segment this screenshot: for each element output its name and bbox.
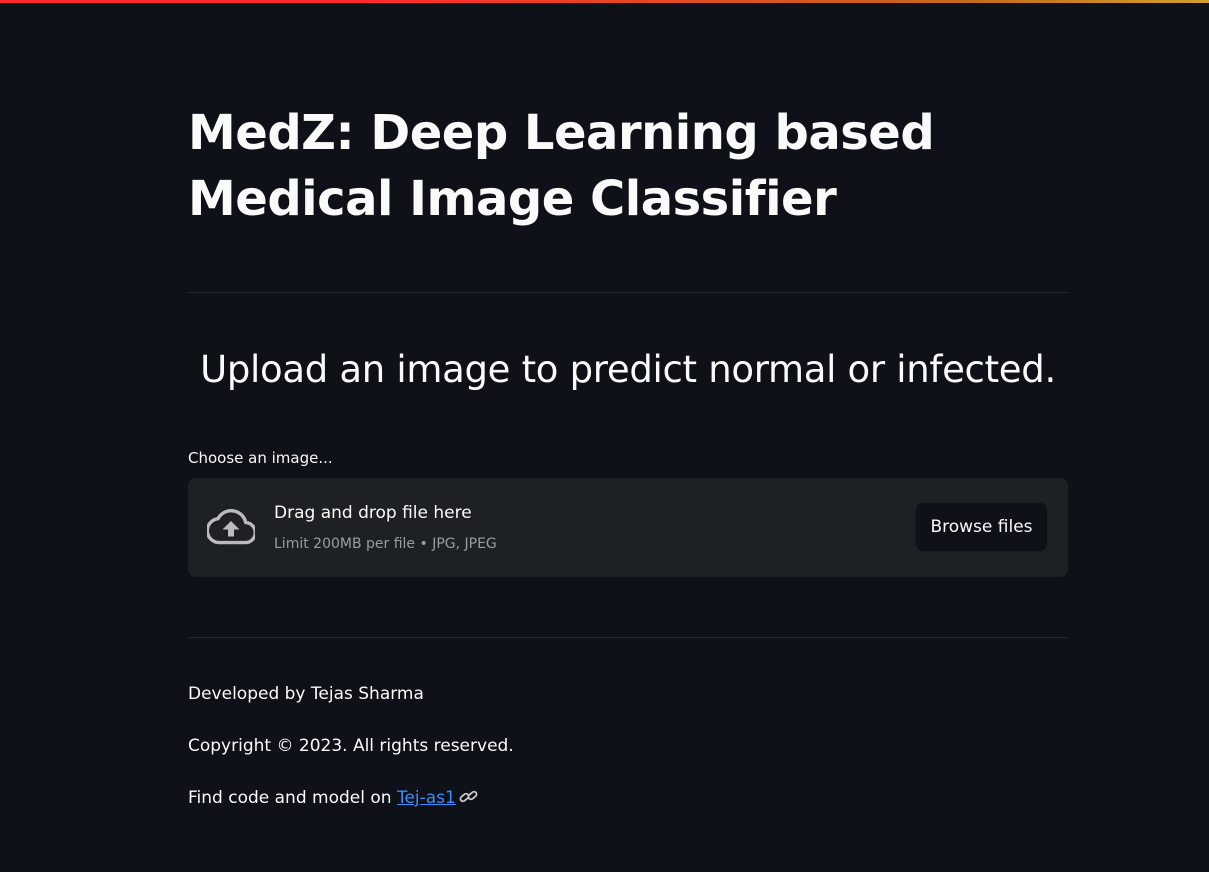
dropzone-instructions: Drag and drop file here (274, 503, 472, 523)
app-top-decoration-bar (0, 0, 1209, 3)
file-uploader-label: Choose an image... (188, 449, 333, 467)
dropzone-file-limit: Limit 200MB per file • JPG, JPEG (274, 536, 497, 552)
cloud-upload-icon (205, 507, 257, 547)
divider-top (188, 292, 1068, 293)
github-profile-link[interactable]: Tej-as1 (397, 788, 456, 808)
page-subheader: Upload an image to predict normal or inf… (200, 348, 1056, 391)
file-dropzone[interactable]: Drag and drop file here Limit 200MB per … (188, 478, 1068, 577)
divider-bottom (188, 637, 1068, 638)
footer-code-prefix: Find code and model on (188, 788, 397, 808)
footer-code-line: Find code and model on Tej-as1 (188, 786, 480, 810)
browse-files-button[interactable]: Browse files (915, 502, 1048, 552)
footer-copyright: Copyright © 2023. All rights reserved. (188, 736, 514, 756)
link-icon (458, 788, 480, 806)
footer-developer: Developed by Tejas Sharma (188, 684, 424, 704)
page-title: MedZ: Deep Learning based Medical Image … (188, 105, 935, 227)
